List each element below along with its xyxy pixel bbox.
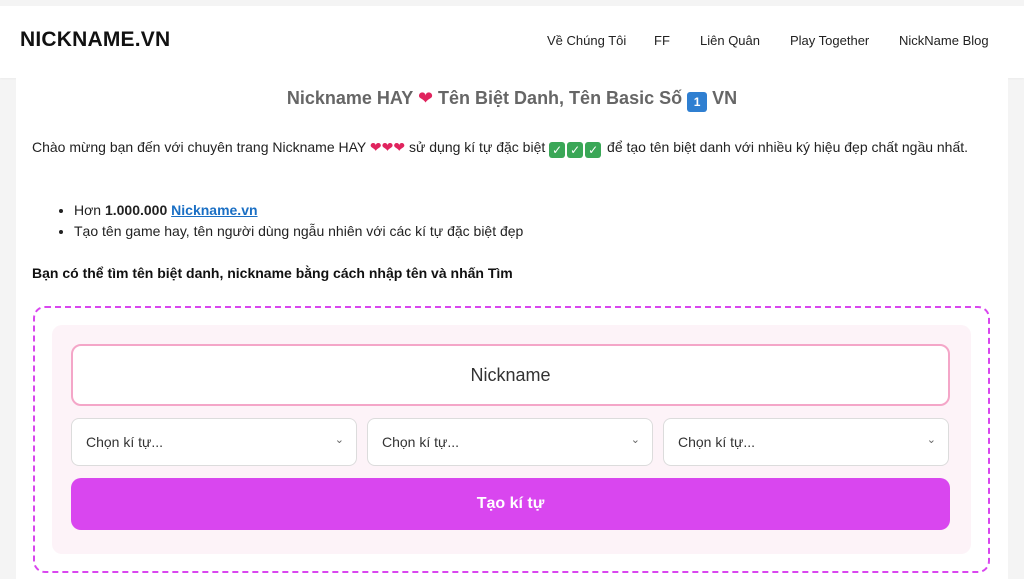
- check-mark-icon: ✓ ✓ ✓: [549, 139, 603, 158]
- title-text-1: Nickname HAY: [286, 88, 413, 108]
- chevron-down-icon: ⌄: [630, 434, 640, 446]
- search-prompt: Bạn có thể tìm tên biệt danh, nickname b…: [32, 265, 513, 281]
- nickname-input[interactable]: [71, 344, 950, 406]
- hearts-icon: ❤❤❤: [369, 139, 406, 155]
- chevron-down-icon: ⌄: [926, 434, 936, 446]
- nickname-tool: Chọn kí tự... ⌄ Chọn kí tự... ⌄ Chọn kí …: [33, 306, 990, 573]
- intro-text-2: sử dụng kí tự đặc biệt: [408, 139, 546, 155]
- site-header: NICKNAME.VN Về Chúng Tôi FF Liên Quân Pl…: [0, 0, 1024, 78]
- heart-icon: ❤: [417, 88, 434, 108]
- select-value: Chọn kí tự...: [382, 434, 460, 450]
- main-content: Nickname HAY ❤ Tên Biệt Danh, Tên Basic …: [16, 78, 1008, 579]
- page-title: Nickname HAY ❤ Tên Biệt Danh, Tên Basic …: [16, 88, 1008, 112]
- intro-text-3: để tạo tên biệt danh với nhiều ký hiệu đ…: [607, 139, 969, 155]
- title-text-3: VN: [712, 88, 738, 108]
- chevron-down-icon: ⌄: [334, 434, 344, 446]
- page: NICKNAME.VN Về Chúng Tôi FF Liên Quân Pl…: [0, 0, 1024, 579]
- site-logo[interactable]: NICKNAME.VN: [20, 28, 170, 52]
- symbol-select-2[interactable]: Chọn kí tự... ⌄: [367, 418, 653, 466]
- bullet-count: 1.000.000: [104, 202, 168, 218]
- select-value: Chọn kí tự...: [86, 434, 164, 450]
- symbol-select-1[interactable]: Chọn kí tự... ⌄: [71, 418, 357, 466]
- create-symbol-button[interactable]: Tạo kí tự: [71, 478, 950, 530]
- symbol-select-3[interactable]: Chọn kí tự... ⌄: [663, 418, 949, 466]
- nav-item-play-together[interactable]: Play Together: [790, 33, 869, 48]
- nickname-tool-panel: Chọn kí tự... ⌄ Chọn kí tự... ⌄ Chọn kí …: [52, 325, 971, 554]
- nav-item-blog[interactable]: NickName Blog: [899, 33, 989, 48]
- intro-paragraph: Chào mừng bạn đến với chuyên trang Nickn…: [32, 136, 982, 158]
- list-item: Tạo tên game hay, tên người dùng ngẫu nh…: [74, 221, 523, 242]
- title-text-2: Tên Biệt Danh, Tên Basic Số: [438, 88, 683, 108]
- list-item: Hơn 1.000.000 Nickname.vn: [74, 200, 523, 221]
- bullet-prefix: Hơn: [74, 202, 102, 218]
- feature-list: Hơn 1.000.000 Nickname.vn Tạo tên game h…: [74, 200, 523, 242]
- nav-item-ff[interactable]: FF: [654, 33, 670, 48]
- nav-item-about[interactable]: Về Chúng Tôi: [547, 33, 626, 48]
- nickname-link[interactable]: Nickname.vn: [171, 202, 257, 218]
- select-value: Chọn kí tự...: [678, 434, 756, 450]
- nav-item-lien-quan[interactable]: Liên Quân: [700, 33, 760, 48]
- intro-text-1: Chào mừng bạn đến với chuyên trang Nickn…: [32, 139, 366, 155]
- number-one-badge-icon: 1: [687, 92, 708, 112]
